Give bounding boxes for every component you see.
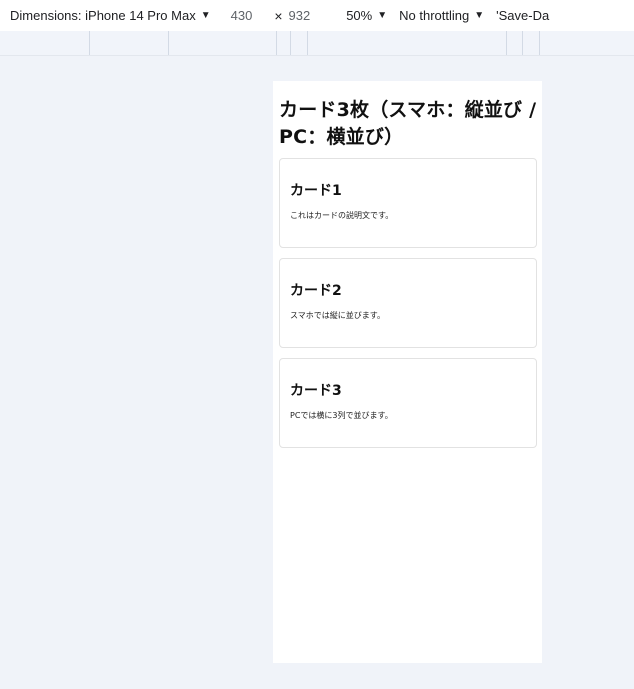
device-dimensions-dropdown[interactable]: Dimensions: iPhone 14 Pro Max ▼	[10, 8, 211, 23]
chevron-down-icon: ▼	[200, 10, 211, 21]
card-title: カード2	[290, 283, 342, 299]
zoom-label: 50%	[346, 8, 373, 23]
ruler-breakpoint[interactable]	[539, 31, 540, 55]
ruler-breakpoint[interactable]	[522, 31, 523, 55]
chevron-down-icon: ▼	[377, 10, 388, 21]
chevron-down-icon: ▼	[474, 10, 485, 21]
card: カード2 スマホでは縦に並びます。	[279, 258, 537, 348]
card-text: スマホでは縦に並びます。	[290, 311, 385, 320]
ruler-breakpoint[interactable]	[168, 31, 169, 55]
ruler-breakpoint[interactable]	[89, 31, 90, 55]
dimension-separator: ×	[274, 7, 283, 24]
media-query-ruler[interactable]	[0, 31, 634, 56]
zoom-dropdown[interactable]: 50% ▼	[346, 8, 387, 23]
card-title: カード3	[290, 383, 342, 399]
devtools-device-toolbar: Dimensions: iPhone 14 Pro Max ▼ 430 × 93…	[0, 0, 634, 31]
throttling-label: No throttling	[399, 8, 470, 23]
card: カード3 PCでは横に3列で並びます。	[279, 358, 537, 448]
card-text: これはカードの説明文です。	[290, 211, 394, 220]
throttling-dropdown[interactable]: No throttling ▼	[399, 8, 484, 23]
card: カード1 これはカードの説明文です。	[279, 158, 537, 248]
ruler-breakpoint[interactable]	[276, 31, 277, 55]
save-data-dropdown[interactable]: 'Save-Da	[496, 8, 549, 23]
ruler-breakpoint[interactable]	[506, 31, 507, 55]
height-input[interactable]: 932	[289, 8, 311, 23]
ruler-breakpoint[interactable]	[307, 31, 308, 55]
card-text: PCでは横に3列で並びます。	[290, 411, 393, 420]
device-dimensions-label: Dimensions: iPhone 14 Pro Max	[10, 8, 196, 23]
width-input[interactable]: 430	[231, 8, 253, 23]
ruler-breakpoint[interactable]	[290, 31, 291, 55]
card-title: カード1	[290, 183, 342, 199]
device-viewport: カード3枚（スマホ：縦並び / PC：横並び） カード1 これはカードの説明文で…	[273, 81, 542, 663]
page-title: カード3枚（スマホ：縦並び / PC：横並び）	[279, 99, 537, 148]
